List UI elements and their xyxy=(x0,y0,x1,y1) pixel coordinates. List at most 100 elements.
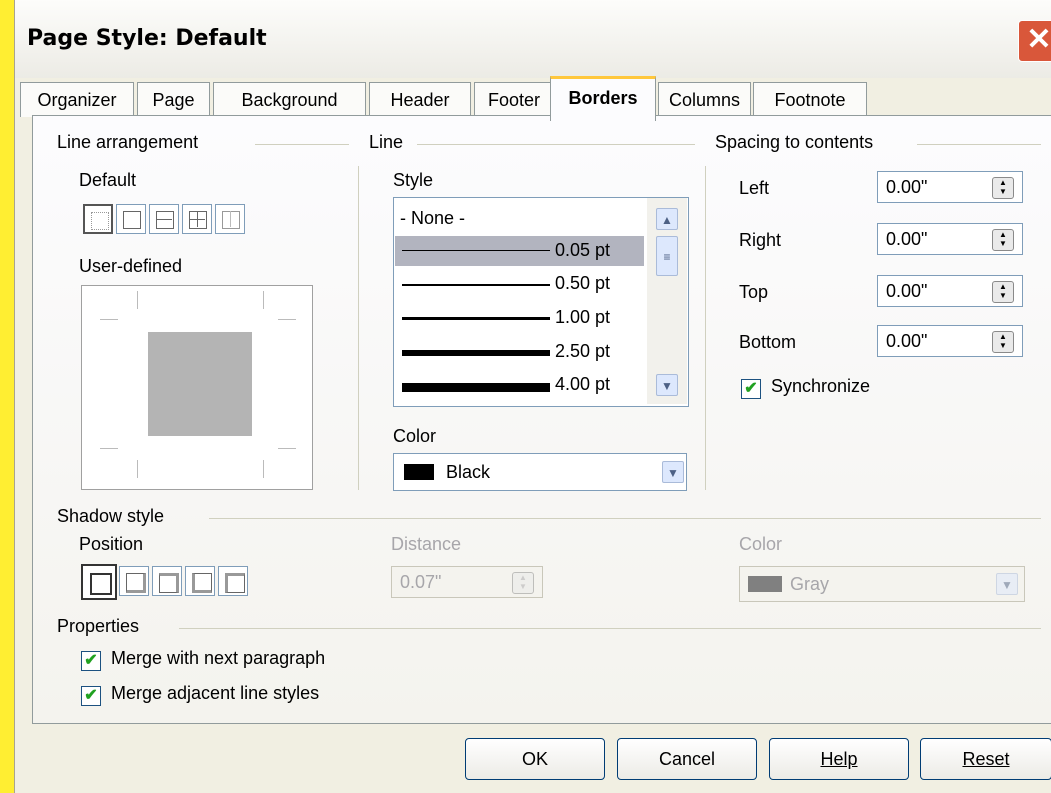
color-swatch xyxy=(748,576,782,592)
shadow-bottom-right-button[interactable] xyxy=(119,566,149,596)
list-item[interactable]: 2.50 pt xyxy=(555,341,610,362)
spin-up-icon[interactable]: ▲ xyxy=(999,178,1007,187)
list-item[interactable]: 0.50 pt xyxy=(555,273,610,294)
list-item[interactable]: 1.00 pt xyxy=(555,307,610,328)
line-style-list[interactable]: - None - 0.05 pt 0.50 pt 1.00 pt 2.50 pt… xyxy=(393,197,689,407)
spin-button[interactable]: ▲ ▼ xyxy=(992,331,1014,353)
divider xyxy=(230,211,231,227)
tab-background[interactable]: Background xyxy=(213,82,366,117)
divider xyxy=(197,211,198,227)
tab-footnote[interactable]: Footnote xyxy=(753,82,867,117)
list-item[interactable]: 4.00 pt xyxy=(555,374,610,395)
shadow-distance-field[interactable]: 0.07" ▲ ▼ xyxy=(391,566,543,598)
border-preset-box[interactable] xyxy=(116,204,146,234)
bottom-spacing-field[interactable]: 0.00" ▲ ▼ xyxy=(877,325,1023,357)
top-spacing-field[interactable]: 0.00" ▲ ▼ xyxy=(877,275,1023,307)
corner-mark xyxy=(263,291,264,309)
scroll-down-icon[interactable]: ▼ xyxy=(656,374,678,396)
spin-up-icon[interactable]: ▲ xyxy=(999,230,1007,239)
chevron-down-icon[interactable]: ▼ xyxy=(996,573,1018,595)
right-spacing-field[interactable]: 0.00" ▲ ▼ xyxy=(877,223,1023,255)
synchronize-checkbox[interactable]: ✔ xyxy=(741,379,761,399)
right-label: Right xyxy=(739,230,782,250)
tab-columns[interactable]: Columns xyxy=(658,82,751,117)
divider xyxy=(917,144,1041,145)
dialog-title: Page Style: Default xyxy=(27,26,267,51)
tab-page[interactable]: Page xyxy=(137,82,210,117)
spin-up-icon[interactable]: ▲ xyxy=(519,573,527,582)
divider xyxy=(209,518,1041,519)
line-color-select[interactable]: Black ▼ xyxy=(393,453,687,491)
position-label: Position xyxy=(79,534,144,554)
border-preset-box-horizontal[interactable] xyxy=(149,204,179,234)
list-item[interactable]: - None - xyxy=(400,208,465,229)
line-sample xyxy=(402,317,550,320)
spin-button[interactable]: ▲ ▼ xyxy=(992,281,1014,303)
spin-down-icon[interactable]: ▼ xyxy=(999,291,1007,300)
style-label: Style xyxy=(393,170,434,190)
tab-borders[interactable]: Borders xyxy=(550,76,656,121)
shadow-top-left-icon xyxy=(225,573,245,593)
chevron-down-icon[interactable]: ▼ xyxy=(662,461,684,483)
ok-button[interactable]: OK xyxy=(465,738,605,780)
line-sample xyxy=(402,383,550,392)
tab-organizer[interactable]: Organizer xyxy=(20,82,134,117)
spin-down-icon[interactable]: ▼ xyxy=(999,187,1007,196)
help-button[interactable]: Help xyxy=(769,738,909,780)
left-spacing-value: 0.00" xyxy=(886,177,928,197)
spin-button[interactable]: ▲ ▼ xyxy=(992,229,1014,251)
border-preset-outer[interactable] xyxy=(215,204,245,234)
shadow-bottom-left-icon xyxy=(192,573,212,593)
scroll-up-icon[interactable]: ▲ xyxy=(656,208,678,230)
divider xyxy=(255,144,349,145)
border-preset-all[interactable] xyxy=(182,204,212,234)
spin-button[interactable]: ▲ ▼ xyxy=(992,177,1014,199)
top-label: Top xyxy=(739,282,769,302)
line-sample xyxy=(402,350,550,356)
shadow-color-select[interactable]: Gray ▼ xyxy=(739,566,1025,602)
shadow-top-right-button[interactable] xyxy=(152,566,182,596)
close-icon[interactable]: ✕ xyxy=(1018,20,1051,62)
line-sample xyxy=(402,284,550,286)
shadow-bottom-right-icon xyxy=(126,573,146,593)
title-bar[interactable]: Page Style: Default ✕ xyxy=(15,0,1051,78)
scrollbar[interactable]: ▲ ≡ ▼ xyxy=(647,198,687,404)
shadow-bottom-left-button[interactable] xyxy=(185,566,215,596)
shadow-none-button[interactable] xyxy=(81,564,117,600)
shadow-top-left-button[interactable] xyxy=(218,566,248,596)
user-defined-preview[interactable] xyxy=(81,285,313,490)
border-preset-none[interactable] xyxy=(83,204,113,234)
merge-adjacent-line-styles-checkbox[interactable]: ✔ xyxy=(81,686,101,706)
spin-down-icon[interactable]: ▼ xyxy=(999,341,1007,350)
list-item: 0.05 pt xyxy=(555,240,611,260)
top-spacing-value: 0.00" xyxy=(886,281,928,301)
merge-next-paragraph-checkbox[interactable]: ✔ xyxy=(81,651,101,671)
cancel-button[interactable]: Cancel xyxy=(617,738,757,780)
synchronize-label: Synchronize xyxy=(771,376,871,396)
spin-up-icon[interactable]: ▲ xyxy=(999,282,1007,291)
left-spacing-field[interactable]: 0.00" ▲ ▼ xyxy=(877,171,1023,203)
line-arrangement-heading: Line arrangement xyxy=(57,132,199,152)
tab-header[interactable]: Header xyxy=(369,82,471,117)
spin-up-icon[interactable]: ▲ xyxy=(999,332,1007,341)
corner-mark xyxy=(263,460,264,478)
line-sample xyxy=(402,250,550,251)
spin-down-icon[interactable]: ▼ xyxy=(519,582,527,591)
shadow-distance-value: 0.07" xyxy=(400,572,442,592)
tab-bar: Organizer Page Background Header Footer … xyxy=(15,76,1051,121)
scrollbar-thumb[interactable]: ≡ xyxy=(656,236,678,276)
shadow-style-heading: Shadow style xyxy=(57,506,165,526)
tab-footer[interactable]: Footer xyxy=(474,82,554,117)
line-heading: Line xyxy=(369,132,404,152)
default-label: Default xyxy=(79,170,137,190)
spin-button[interactable]: ▲ ▼ xyxy=(512,572,534,594)
divider xyxy=(358,166,359,490)
merge-next-paragraph-label: Merge with next paragraph xyxy=(111,648,326,668)
line-color-value: Black xyxy=(446,462,491,482)
shadow-color-value: Gray xyxy=(790,574,830,594)
no-border-icon xyxy=(91,212,109,230)
spin-down-icon[interactable]: ▼ xyxy=(999,239,1007,248)
reset-button[interactable]: Reset xyxy=(920,738,1051,780)
spacing-heading: Spacing to contents xyxy=(715,132,874,152)
left-label: Left xyxy=(739,178,770,198)
